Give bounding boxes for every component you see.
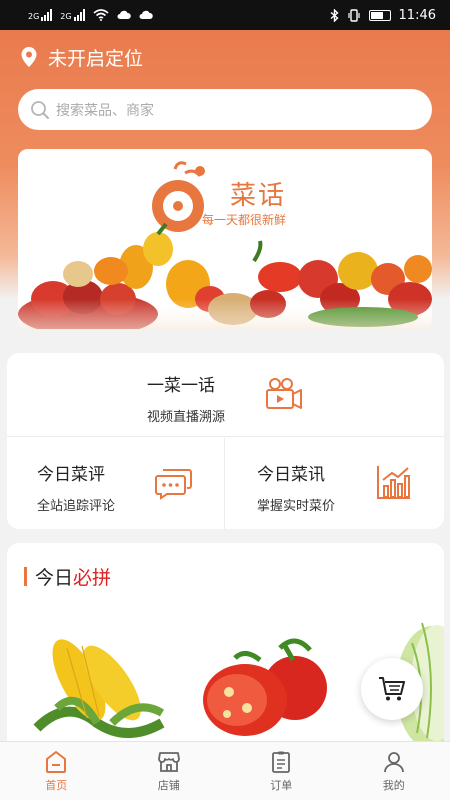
group-buy-section: 今日必拼 xyxy=(7,543,444,753)
tab-orders[interactable]: 订单 xyxy=(225,742,338,800)
bluetooth-icon xyxy=(330,8,339,22)
bar-chart-icon xyxy=(377,466,410,499)
signal-icon-2: 2G xyxy=(60,9,85,21)
cart-button[interactable] xyxy=(361,658,423,720)
tab-profile[interactable]: 我的 xyxy=(338,742,450,800)
clipboard-icon xyxy=(272,751,291,773)
corn-product-image[interactable] xyxy=(27,628,172,743)
bottom-tab-bar: 首页 店铺 订单 我的 xyxy=(0,741,450,800)
search-bar[interactable]: 搜索菜品、商家 xyxy=(18,89,432,130)
brand-slogan: 每一天都很新鲜 xyxy=(202,213,287,227)
network-type-2: 2G xyxy=(60,12,72,21)
feature-prices-subtitle: 掌握实时菜价 xyxy=(257,499,336,514)
feature-reviews-subtitle: 全站追踪评论 xyxy=(37,499,116,514)
cloud-icon xyxy=(117,10,131,19)
feature-prices-title: 今日菜讯 xyxy=(257,465,325,485)
vibrate-icon xyxy=(347,8,360,22)
tab-orders-label: 订单 xyxy=(270,778,293,792)
section-accent-bar xyxy=(24,567,27,586)
feature-reviews[interactable]: 今日菜评 全站追踪评论 xyxy=(7,438,225,529)
feature-prices[interactable]: 今日菜讯 掌握实时菜价 xyxy=(226,438,444,529)
store-icon xyxy=(157,751,180,772)
feature-card: 一菜一话 视频直播溯源 今日菜评 全站追踪评论 今日菜讯 掌握实时菜价 xyxy=(7,353,444,529)
home-icon xyxy=(46,750,67,773)
section-title-plain: 今日 xyxy=(35,567,74,589)
feature-video-subtitle: 视频直播溯源 xyxy=(147,410,226,425)
user-icon xyxy=(383,751,404,772)
tab-home[interactable]: 首页 xyxy=(0,742,113,800)
location-pin-icon xyxy=(21,47,37,67)
tab-home-label: 首页 xyxy=(45,778,68,792)
tab-store[interactable]: 店铺 xyxy=(113,742,226,800)
section-title: 今日必拼 xyxy=(24,563,111,590)
section-title-highlight: 必拼 xyxy=(73,567,112,589)
brand-name: 菜话 xyxy=(230,181,287,211)
tab-store-label: 店铺 xyxy=(157,778,180,792)
signal-icon: 2G xyxy=(28,9,53,21)
chat-bubbles-icon xyxy=(155,469,192,500)
status-bar: 2G 2G 11:46 xyxy=(0,0,450,30)
feature-reviews-title: 今日菜评 xyxy=(37,465,105,485)
cart-icon xyxy=(379,677,405,701)
battery-icon xyxy=(368,9,391,21)
banner-vegetables-image xyxy=(18,149,432,329)
feature-video-title: 一菜一话 xyxy=(147,376,215,396)
wifi-icon xyxy=(93,9,109,21)
feature-video-trace[interactable]: 一菜一话 视频直播溯源 xyxy=(7,353,444,437)
location-label: 未开启定位 xyxy=(48,47,144,70)
promo-banner[interactable]: 菜话 每一天都很新鲜 xyxy=(18,149,432,329)
tomato-product-image[interactable] xyxy=(185,628,335,743)
location-button[interactable]: 未开启定位 xyxy=(20,42,143,72)
video-camera-icon xyxy=(266,378,302,409)
cloud-icon-2 xyxy=(139,10,153,19)
tab-profile-label: 我的 xyxy=(382,778,405,792)
network-type: 2G xyxy=(28,12,40,21)
search-icon xyxy=(31,100,49,119)
clock-time: 11:46 xyxy=(398,7,436,23)
search-input[interactable]: 搜索菜品、商家 xyxy=(56,100,154,120)
